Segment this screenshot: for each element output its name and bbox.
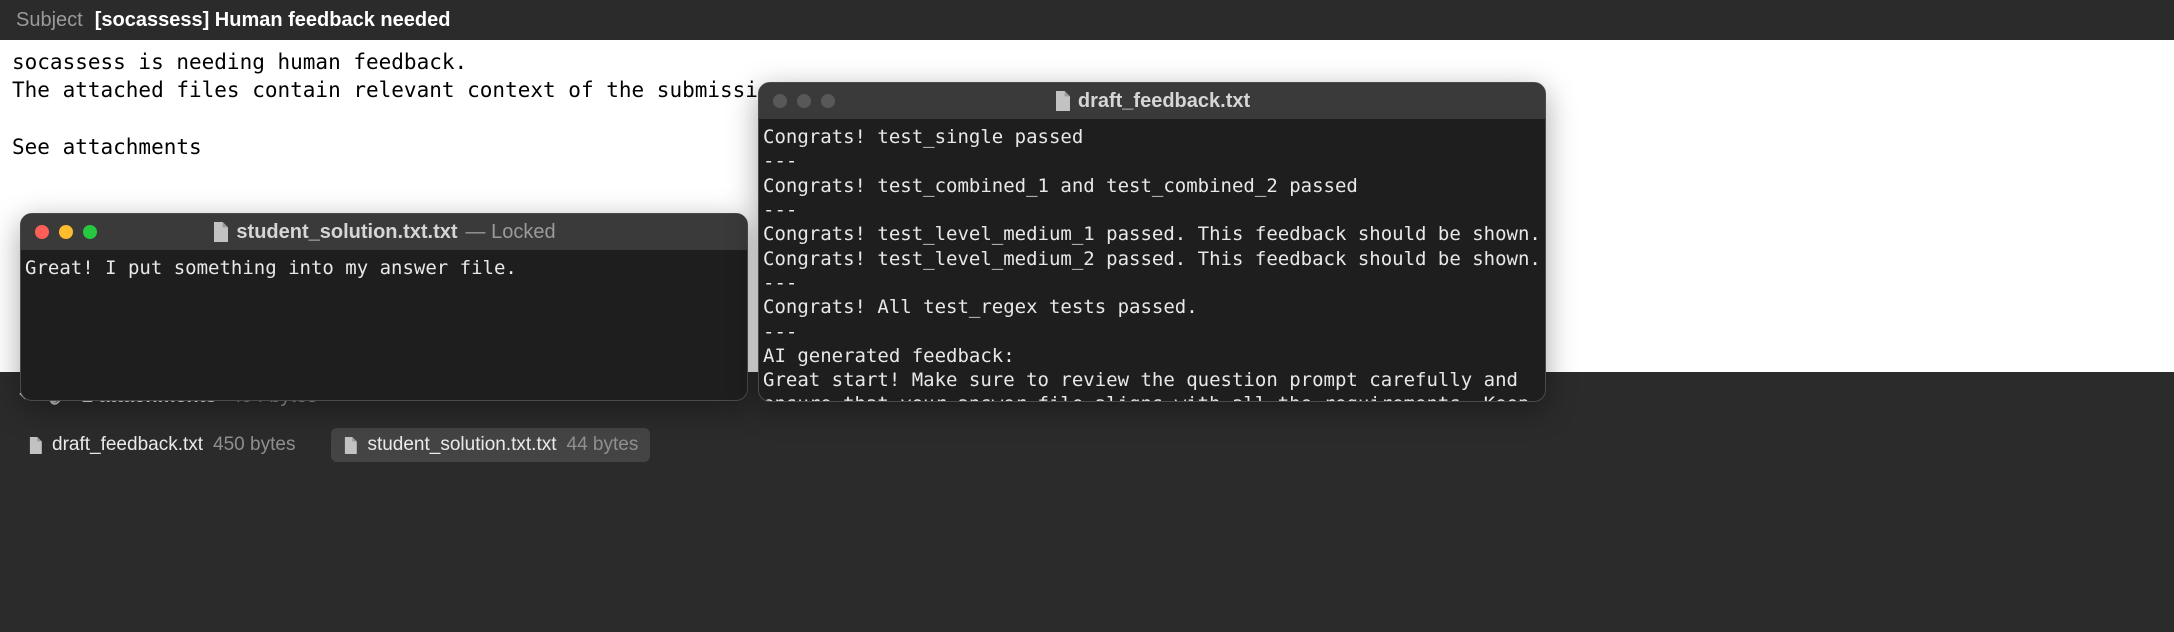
traffic-lights xyxy=(21,225,97,239)
file-icon xyxy=(212,222,228,242)
titlebar-title: draft_feedback.txt xyxy=(759,90,1545,113)
zoom-icon[interactable] xyxy=(83,225,97,239)
window-content[interactable]: Congrats! test_single passed --- Congrat… xyxy=(759,119,1545,402)
zoom-icon[interactable] xyxy=(821,94,835,108)
attachment-name: student_solution.txt.txt xyxy=(367,434,556,456)
file-icon xyxy=(1054,91,1070,111)
attachment-size: 450 bytes xyxy=(213,434,295,456)
attachment-chip[interactable]: student_solution.txt.txt 44 bytes xyxy=(331,428,650,462)
subject-bar: Subject [socassess] Human feedback neede… xyxy=(0,0,2174,40)
file-icon xyxy=(28,437,42,454)
email-body: socassess is needing human feedback. The… xyxy=(0,40,2174,372)
window-draft-feedback[interactable]: draft_feedback.txt Congrats! test_single… xyxy=(758,82,1546,402)
attachment-size: 44 bytes xyxy=(567,434,639,456)
titlebar[interactable]: draft_feedback.txt xyxy=(759,83,1545,119)
window-filename: draft_feedback.txt xyxy=(1078,90,1250,113)
traffic-lights xyxy=(759,94,835,108)
titlebar-title: student_solution.txt.txt — Locked xyxy=(21,221,747,244)
close-icon[interactable] xyxy=(773,94,787,108)
subject-label: Subject xyxy=(16,9,83,32)
titlebar[interactable]: student_solution.txt.txt — Locked xyxy=(21,214,747,250)
close-icon[interactable] xyxy=(35,225,49,239)
attachments-list: draft_feedback.txt 450 bytes student_sol… xyxy=(0,420,2174,470)
window-locked-label: — Locked xyxy=(466,221,556,244)
attachment-name: draft_feedback.txt xyxy=(52,434,203,456)
attachment-chip[interactable]: draft_feedback.txt 450 bytes xyxy=(16,428,307,462)
minimize-icon[interactable] xyxy=(797,94,811,108)
window-filename: student_solution.txt.txt xyxy=(236,221,457,244)
file-icon xyxy=(343,437,357,454)
email-message-text: socassess is needing human feedback. The… xyxy=(12,48,796,161)
window-student-solution[interactable]: student_solution.txt.txt — Locked Great!… xyxy=(20,213,748,401)
minimize-icon[interactable] xyxy=(59,225,73,239)
window-content[interactable]: Great! I put something into my answer fi… xyxy=(21,250,747,284)
subject-value: [socassess] Human feedback needed xyxy=(95,9,451,32)
